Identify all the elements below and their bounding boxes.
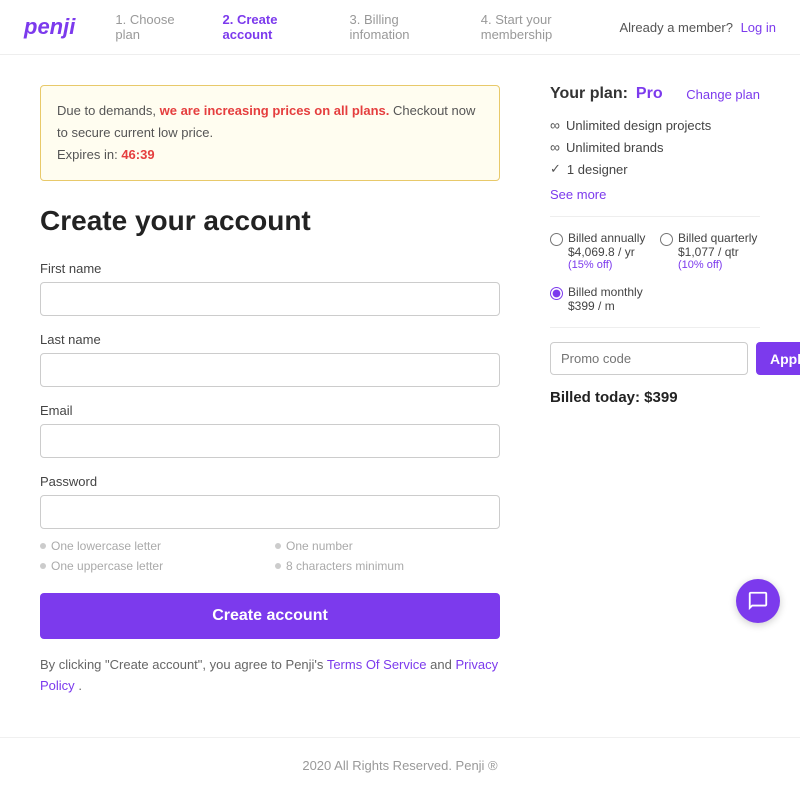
hint-dot-2 bbox=[275, 543, 281, 549]
billing-options: Billed annually $4,069.8 / yr (15% off) … bbox=[550, 231, 760, 271]
terms-text: By clicking "Create account", you agree … bbox=[40, 655, 500, 697]
notice-expires-label: Expires in: bbox=[57, 147, 118, 162]
promo-row: Apply bbox=[550, 342, 760, 375]
chat-button[interactable] bbox=[736, 579, 780, 623]
billing-monthly[interactable]: Billed monthly $399 / m bbox=[550, 285, 760, 313]
change-plan-link[interactable]: Change plan bbox=[686, 87, 760, 102]
last-name-label: Last name bbox=[40, 332, 500, 347]
form-section: Due to demands, we are increasing prices… bbox=[40, 85, 500, 697]
step-1: 1. Choose plan bbox=[115, 12, 198, 42]
notice-highlight: we are increasing prices on all plans. bbox=[160, 103, 390, 118]
first-name-input[interactable] bbox=[40, 282, 500, 316]
terms-of-service-link[interactable]: Terms Of Service bbox=[327, 657, 427, 672]
plan-label: Your plan: bbox=[550, 85, 628, 103]
form-title: Create your account bbox=[40, 205, 500, 237]
divider-1 bbox=[550, 216, 760, 217]
apply-button[interactable]: Apply bbox=[756, 342, 800, 375]
create-account-button[interactable]: Create account bbox=[40, 593, 500, 639]
hint-uppercase: One uppercase letter bbox=[40, 559, 265, 573]
billed-today: Billed today: $399 bbox=[550, 389, 760, 406]
password-input[interactable] bbox=[40, 495, 500, 529]
password-hints: One lowercase letter One number One uppe… bbox=[40, 539, 500, 573]
first-name-label: First name bbox=[40, 261, 500, 276]
billing-annually-radio[interactable] bbox=[550, 233, 563, 246]
already-member: Already a member? Log in bbox=[620, 20, 777, 35]
billing-quarterly-radio[interactable] bbox=[660, 233, 673, 246]
notice-box: Due to demands, we are increasing prices… bbox=[40, 85, 500, 181]
first-name-group: First name bbox=[40, 261, 500, 316]
feature-2: ∞ Unlimited brands bbox=[550, 139, 760, 155]
hint-lowercase: One lowercase letter bbox=[40, 539, 265, 553]
header: penji 1. Choose plan 2. Create account 3… bbox=[0, 0, 800, 55]
step-3: 3. Billing infomation bbox=[350, 12, 457, 42]
plan-name: Pro bbox=[636, 85, 663, 103]
password-group: Password bbox=[40, 474, 500, 529]
hint-dot-1 bbox=[40, 543, 46, 549]
see-more-link[interactable]: See more bbox=[550, 187, 760, 202]
billing-quarterly[interactable]: Billed quarterly $1,077 / qtr (10% off) bbox=[660, 231, 760, 271]
footer: 2020 All Rights Reserved. Penji ® bbox=[0, 737, 800, 793]
notice-prefix: Due to demands, bbox=[57, 103, 160, 118]
notice-timer: 46:39 bbox=[121, 147, 154, 162]
plan-features: ∞ Unlimited design projects ∞ Unlimited … bbox=[550, 117, 760, 177]
promo-code-input[interactable] bbox=[550, 342, 748, 375]
steps: 1. Choose plan 2. Create account 3. Bill… bbox=[115, 12, 619, 42]
last-name-group: Last name bbox=[40, 332, 500, 387]
main-content: Due to demands, we are increasing prices… bbox=[0, 55, 800, 727]
last-name-input[interactable] bbox=[40, 353, 500, 387]
check-icon: ✓ bbox=[550, 161, 561, 177]
log-in-link[interactable]: Log in bbox=[741, 20, 776, 35]
logo[interactable]: penji bbox=[24, 14, 75, 40]
hint-characters: 8 characters minimum bbox=[275, 559, 500, 573]
hint-number: One number bbox=[275, 539, 500, 553]
billing-monthly-radio[interactable] bbox=[550, 287, 563, 300]
divider-2 bbox=[550, 327, 760, 328]
email-group: Email bbox=[40, 403, 500, 458]
email-label: Email bbox=[40, 403, 500, 418]
plan-summary: Your plan: Pro Change plan ∞ Unlimited d… bbox=[550, 85, 760, 697]
password-label: Password bbox=[40, 474, 500, 489]
plan-header: Your plan: Pro Change plan bbox=[550, 85, 760, 103]
hint-dot-4 bbox=[275, 563, 281, 569]
feature-1: ∞ Unlimited design projects bbox=[550, 117, 760, 133]
infinity-icon-2: ∞ bbox=[550, 139, 560, 155]
step-2-active: 2. Create account bbox=[223, 12, 326, 42]
hint-dot-3 bbox=[40, 563, 46, 569]
feature-3: ✓ 1 designer bbox=[550, 161, 760, 177]
infinity-icon-1: ∞ bbox=[550, 117, 560, 133]
billing-annually[interactable]: Billed annually $4,069.8 / yr (15% off) bbox=[550, 231, 650, 271]
chat-icon bbox=[747, 590, 769, 612]
step-4: 4. Start your membership bbox=[481, 12, 620, 42]
email-input[interactable] bbox=[40, 424, 500, 458]
